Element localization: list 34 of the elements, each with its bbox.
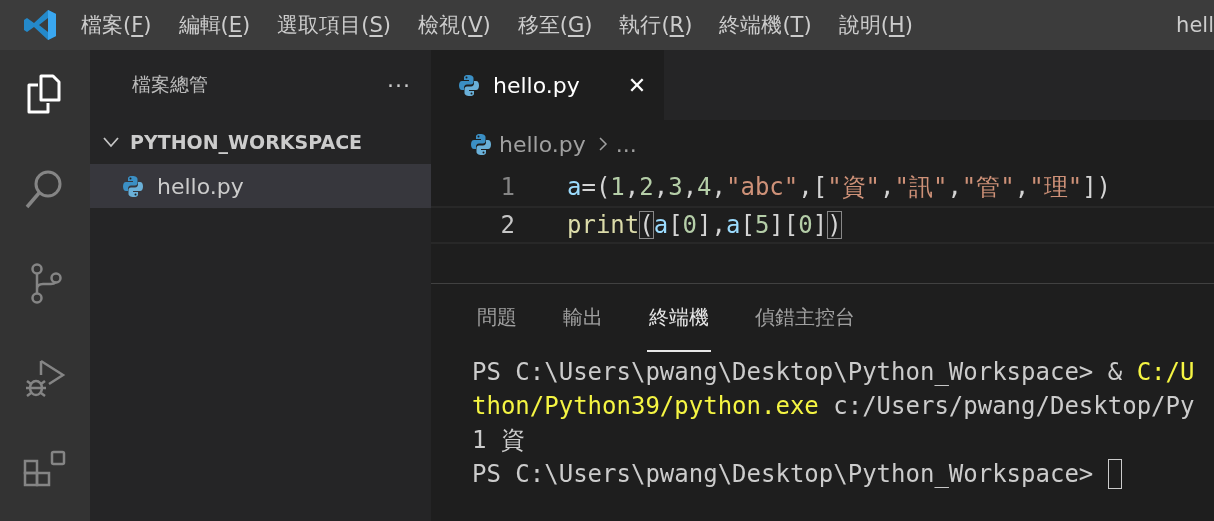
sidebar-title: 檔案總管 — [132, 72, 208, 97]
menu-item[interactable]: 移至(G) — [517, 11, 593, 39]
menu-item[interactable]: 終端機(T) — [719, 11, 812, 39]
more-actions-button[interactable]: ··· — [387, 72, 411, 98]
code-line: print(a[0],a[5][0]) — [567, 211, 842, 239]
python-file-icon — [123, 174, 143, 198]
terminal-line: 1 資 — [472, 425, 525, 456]
breadcrumb-item[interactable]: hello.py — [499, 131, 586, 157]
terminal-line: PS C:\Users\pwang\Desktop\Python_Workspace> & C:/U — [472, 358, 1195, 386]
line-number: 1 — [499, 173, 515, 201]
panel-tab[interactable]: 問題 — [475, 284, 519, 352]
code-line: a=(1,2,3,4,"abc",["資","訊","管","理"]) — [567, 172, 1112, 203]
menu-item[interactable]: 說明(H) — [838, 11, 913, 39]
terminal-line: PS C:\Users\pwang\Desktop\Python_Workspace> — [472, 460, 1095, 488]
chevron-icon — [597, 135, 608, 153]
python-file-icon — [459, 73, 479, 97]
menu-item[interactable]: 檔案(F) — [81, 11, 152, 39]
panel-tab[interactable]: 輸出 — [561, 284, 605, 352]
folder-header[interactable]: PYTHON_WORKSPACE — [90, 120, 431, 164]
menu-item[interactable]: 選取項目(S) — [277, 11, 391, 39]
app-logo-icon — [23, 8, 57, 42]
line-number: 2 — [499, 211, 515, 239]
menu-item[interactable]: 檢視(V) — [417, 11, 491, 39]
menu-item[interactable]: 執行(R) — [619, 11, 693, 39]
file-item[interactable]: hello.py — [90, 164, 431, 208]
panel-tab[interactable]: 終端機 — [647, 284, 711, 352]
terminal-line: thon/Python39/python.exe c:/Users/pwang/Desktop/Py — [472, 392, 1195, 420]
window-title: hell — [1175, 13, 1214, 37]
breadcrumb-item[interactable]: ... — [615, 131, 637, 157]
python-file-icon — [471, 132, 491, 156]
menu-item[interactable]: 編輯(E) — [178, 11, 251, 39]
close-tab-button[interactable]: ✕ — [627, 72, 647, 98]
editor-tab[interactable]: hello.py ✕ — [431, 50, 665, 120]
panel-tab[interactable]: 偵錯主控台 — [753, 284, 857, 352]
